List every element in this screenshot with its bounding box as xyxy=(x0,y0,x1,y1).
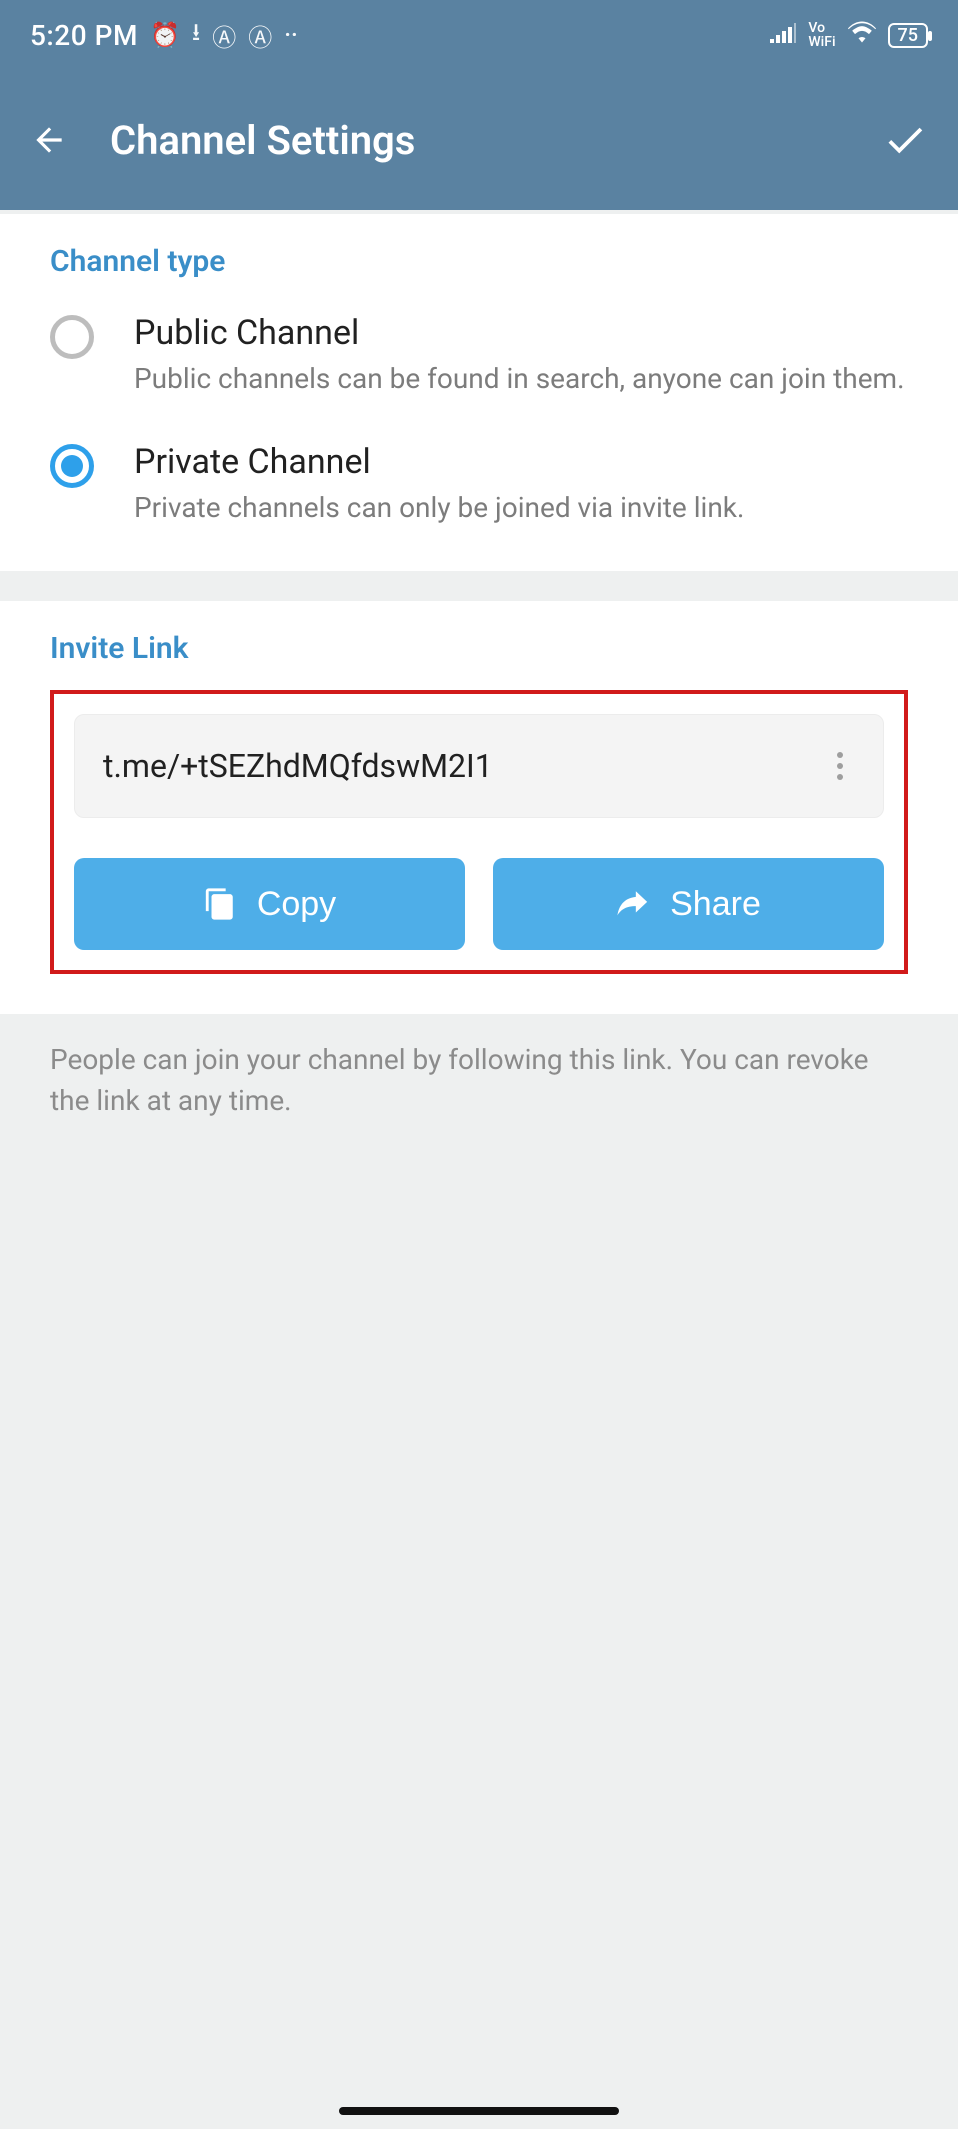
more-status-icon: ·· xyxy=(284,21,298,49)
radio-icon-selected xyxy=(50,444,94,488)
copy-icon xyxy=(203,887,237,921)
status-bar: 5:20 PM ⏰ ⭳ Ⓐ Ⓐ ·· VoWiFi 75 xyxy=(0,0,958,70)
copy-label: Copy xyxy=(257,885,336,924)
radio-label: Private Channel xyxy=(134,442,744,482)
status-time: 5:20 PM xyxy=(30,19,138,52)
footer-note: People can join your channel by followin… xyxy=(0,1014,958,1147)
radio-icon xyxy=(50,315,94,359)
share-icon xyxy=(616,887,650,921)
page-title: Channel Settings xyxy=(110,117,868,164)
share-button[interactable]: Share xyxy=(493,858,884,950)
vowifi-label: VoWiFi xyxy=(808,21,835,49)
app-bar: Channel Settings xyxy=(0,70,958,210)
signal-icon xyxy=(770,21,796,49)
button-row: Copy Share xyxy=(74,858,884,950)
copy-button[interactable]: Copy xyxy=(74,858,465,950)
status-right: VoWiFi 75 xyxy=(770,21,928,49)
radio-label: Public Channel xyxy=(134,313,905,353)
home-indicator[interactable] xyxy=(339,2107,619,2115)
invite-link-section: Invite Link t.me/+tSEZhdMQfdswM2I1 Copy … xyxy=(0,601,958,1014)
done-button[interactable] xyxy=(868,117,928,163)
highlight-annotation: t.me/+tSEZhdMQfdswM2I1 Copy Share xyxy=(50,690,908,974)
invite-link-text: t.me/+tSEZhdMQfdswM2I1 xyxy=(103,747,493,785)
more-options-button[interactable] xyxy=(825,752,855,780)
check-icon xyxy=(882,117,928,163)
invite-link-title: Invite Link xyxy=(50,631,908,666)
share-label: Share xyxy=(670,885,761,924)
wifi-icon xyxy=(848,21,876,49)
download-icon: ⭳ xyxy=(192,15,200,56)
alarm-icon: ⏰ xyxy=(150,21,180,49)
radio-private-channel[interactable]: Private Channel Private channels can onl… xyxy=(50,442,908,527)
androidauto-icon-2: Ⓐ xyxy=(248,18,272,53)
channel-type-section: Channel type Public Channel Public chann… xyxy=(0,214,958,571)
invite-link-field[interactable]: t.me/+tSEZhdMQfdswM2I1 xyxy=(74,714,884,818)
androidauto-icon: Ⓐ xyxy=(212,18,236,53)
radio-desc: Public channels can be found in search, … xyxy=(134,359,905,398)
radio-public-channel[interactable]: Public Channel Public channels can be fo… xyxy=(50,313,908,398)
battery-indicator: 75 xyxy=(888,23,928,48)
back-button[interactable] xyxy=(30,121,110,159)
status-left: 5:20 PM ⏰ ⭳ Ⓐ Ⓐ ·· xyxy=(30,15,298,56)
channel-type-title: Channel type xyxy=(50,244,908,279)
radio-desc: Private channels can only be joined via … xyxy=(134,488,744,527)
arrow-left-icon xyxy=(30,121,68,159)
